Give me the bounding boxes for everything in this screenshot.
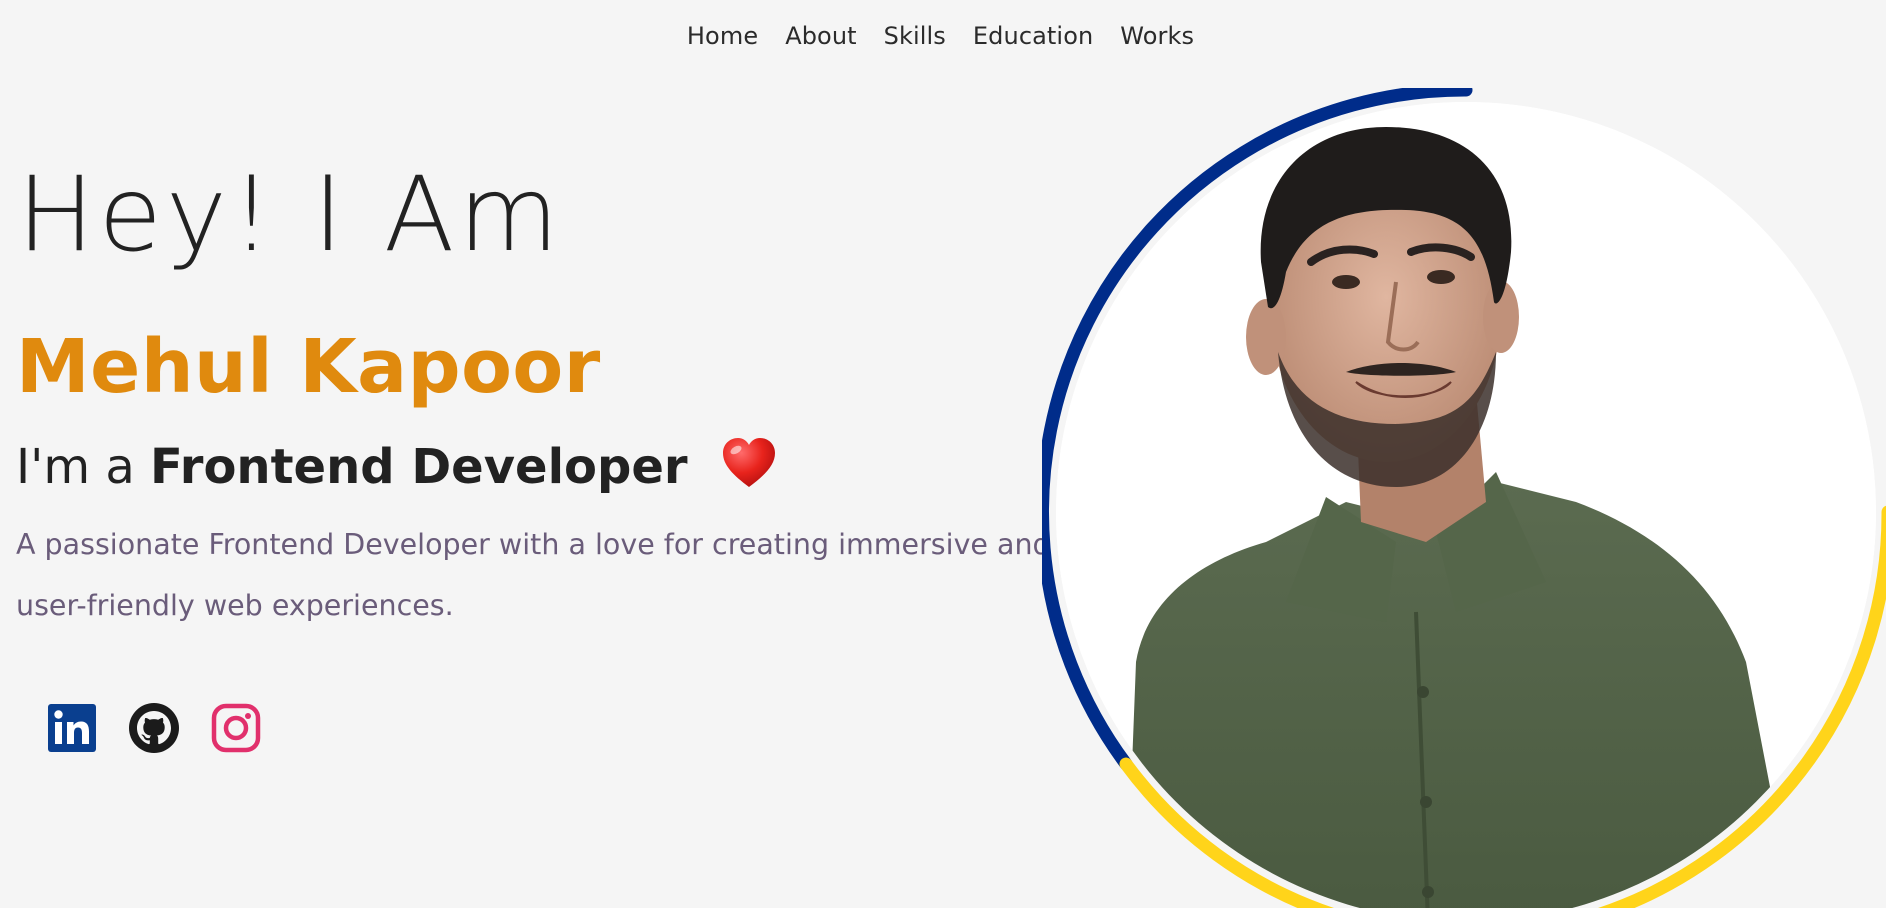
role-title: Frontend Developer bbox=[150, 439, 688, 495]
linkedin-icon[interactable] bbox=[46, 702, 98, 754]
page: Home About Skills Education Works Hey! I… bbox=[0, 0, 1886, 908]
github-icon[interactable] bbox=[128, 702, 180, 754]
person-illustration bbox=[1056, 102, 1876, 908]
nav-about[interactable]: About bbox=[785, 22, 856, 50]
role-prefix: I'm a bbox=[16, 439, 135, 495]
hero-role: I'm a Frontend Developer bbox=[16, 437, 777, 491]
hero-greeting: Hey! I Am bbox=[17, 155, 563, 275]
hero-name: Mehul Kapoor bbox=[16, 324, 601, 410]
profile-photo bbox=[1056, 102, 1876, 908]
hero-description: A passionate Frontend Developer with a l… bbox=[16, 528, 1051, 622]
top-nav: Home About Skills Education Works bbox=[0, 22, 1886, 50]
nav-home[interactable]: Home bbox=[687, 22, 758, 50]
nav-education[interactable]: Education bbox=[973, 22, 1093, 50]
nav-works[interactable]: Works bbox=[1120, 22, 1194, 50]
social-links bbox=[46, 702, 262, 754]
portrait bbox=[1042, 88, 1886, 908]
nav-skills[interactable]: Skills bbox=[884, 22, 946, 50]
instagram-icon[interactable] bbox=[210, 702, 262, 754]
heart-icon bbox=[722, 438, 775, 487]
